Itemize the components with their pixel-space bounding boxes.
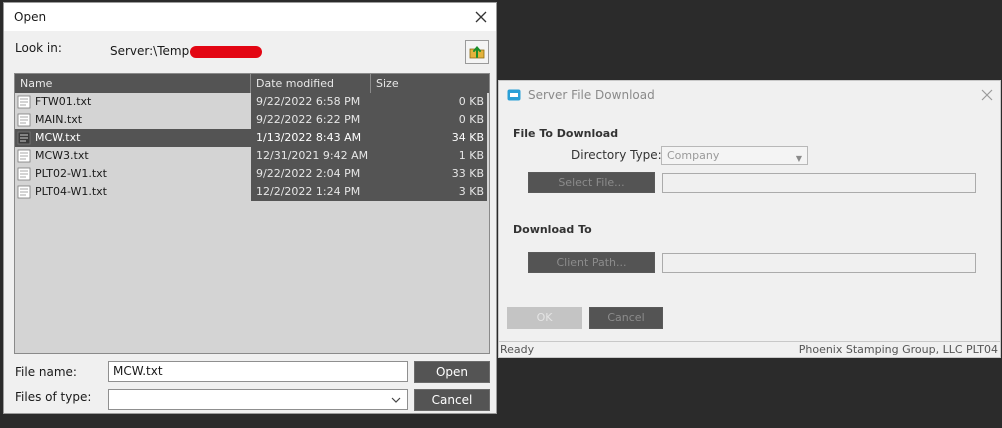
app-icon xyxy=(507,89,521,101)
server-dialog-titlebar[interactable]: Server File Download xyxy=(499,81,1000,111)
close-icon[interactable] xyxy=(979,87,995,103)
file-size: 3 KB xyxy=(371,183,487,201)
file-list[interactable]: Name Date modified Size FTW01.txt 9/22/20… xyxy=(14,73,490,354)
file-row[interactable]: FTW01.txt 9/22/2022 6:58 PM 0 KB xyxy=(15,93,487,111)
file-name: PLT02-W1.txt xyxy=(35,167,107,180)
look-in-label: Look in: xyxy=(15,41,62,55)
file-date-modified: 1/13/2022 8:43 AM xyxy=(251,129,371,147)
ok-button[interactable]: OK xyxy=(507,307,582,329)
file-name: MCW3.txt xyxy=(35,149,89,162)
directory-type-select[interactable]: Company ▼ xyxy=(661,146,808,165)
server-dialog-title: Server File Download xyxy=(528,88,655,102)
file-name: MAIN.txt xyxy=(35,113,83,126)
open-dialog-title: Open xyxy=(14,10,47,24)
directory-type-value: Company xyxy=(667,149,720,162)
look-in-combo[interactable]: Server:\Temp xyxy=(110,44,263,58)
file-name-input[interactable]: MCW.txt xyxy=(108,361,408,382)
files-of-type-label: Files of type: xyxy=(15,390,92,404)
open-dialog: Open Look in: Server:\Temp Name Date mod… xyxy=(3,2,497,414)
column-header-size[interactable]: Size xyxy=(371,74,487,93)
client-path-field[interactable] xyxy=(662,253,976,273)
column-header-name[interactable]: Name xyxy=(15,74,251,93)
file-size: 33 KB xyxy=(371,165,487,183)
chevron-down-icon xyxy=(391,397,401,403)
cancel-button[interactable]: Cancel xyxy=(414,389,490,411)
file-size: 0 KB xyxy=(371,93,487,111)
file-row[interactable]: MCW3.txt 12/31/2021 9:42 AM 1 KB xyxy=(15,147,487,165)
look-in-path: Server:\Temp xyxy=(110,44,190,58)
file-to-download-heading: File To Download xyxy=(513,127,619,140)
file-date-modified: 9/22/2022 6:22 PM xyxy=(251,111,371,129)
file-row[interactable]: MCW.txt 1/13/2022 8:43 AM 34 KB xyxy=(15,129,487,147)
server-cancel-button[interactable]: Cancel xyxy=(589,307,663,329)
file-date-modified: 12/31/2021 9:42 AM xyxy=(251,147,371,165)
file-name-label: File name: xyxy=(15,365,77,379)
file-date-modified: 12/2/2022 1:24 PM xyxy=(251,183,371,201)
file-name: FTW01.txt xyxy=(35,95,92,108)
column-header-date-modified[interactable]: Date modified xyxy=(251,74,371,93)
download-to-heading: Download To xyxy=(513,223,592,236)
file-list-header: Name Date modified Size xyxy=(15,74,489,93)
status-text: Ready xyxy=(500,343,535,356)
up-folder-icon xyxy=(469,45,485,59)
dropdown-arrow-icon: ▼ xyxy=(795,154,802,163)
file-date-modified: 9/22/2022 6:58 PM xyxy=(251,93,371,111)
directory-type-label: Directory Type: xyxy=(571,148,662,162)
files-of-type-select[interactable] xyxy=(108,389,408,410)
server-file-download-dialog: Server File Download File To Download Di… xyxy=(498,80,1001,358)
open-dialog-titlebar[interactable]: Open xyxy=(4,3,496,31)
selected-file-field[interactable] xyxy=(662,173,976,193)
file-row[interactable]: MAIN.txt 9/22/2022 6:22 PM 0 KB xyxy=(15,111,487,129)
file-size: 34 KB xyxy=(371,129,487,147)
file-row[interactable]: PLT02-W1.txt 9/22/2022 2:04 PM 33 KB xyxy=(15,165,487,183)
file-name: PLT04-W1.txt xyxy=(35,185,107,198)
file-row[interactable]: PLT04-W1.txt 12/2/2022 1:24 PM 3 KB xyxy=(15,183,487,201)
file-date-modified: 9/22/2022 2:04 PM xyxy=(251,165,371,183)
file-size: 0 KB xyxy=(371,111,487,129)
up-one-level-button[interactable] xyxy=(465,40,489,64)
close-icon[interactable] xyxy=(470,6,492,28)
redaction-mark xyxy=(190,46,263,58)
client-path-button[interactable]: Client Path... xyxy=(528,252,655,273)
file-name: MCW.txt xyxy=(35,131,81,144)
select-file-button[interactable]: Select File... xyxy=(528,172,655,193)
file-size: 1 KB xyxy=(371,147,487,165)
company-plant-label: Phoenix Stamping Group, LLC PLT04 xyxy=(798,343,998,356)
open-button[interactable]: Open xyxy=(414,361,490,383)
status-bar: Ready Phoenix Stamping Group, LLC PLT04 xyxy=(499,341,1000,358)
